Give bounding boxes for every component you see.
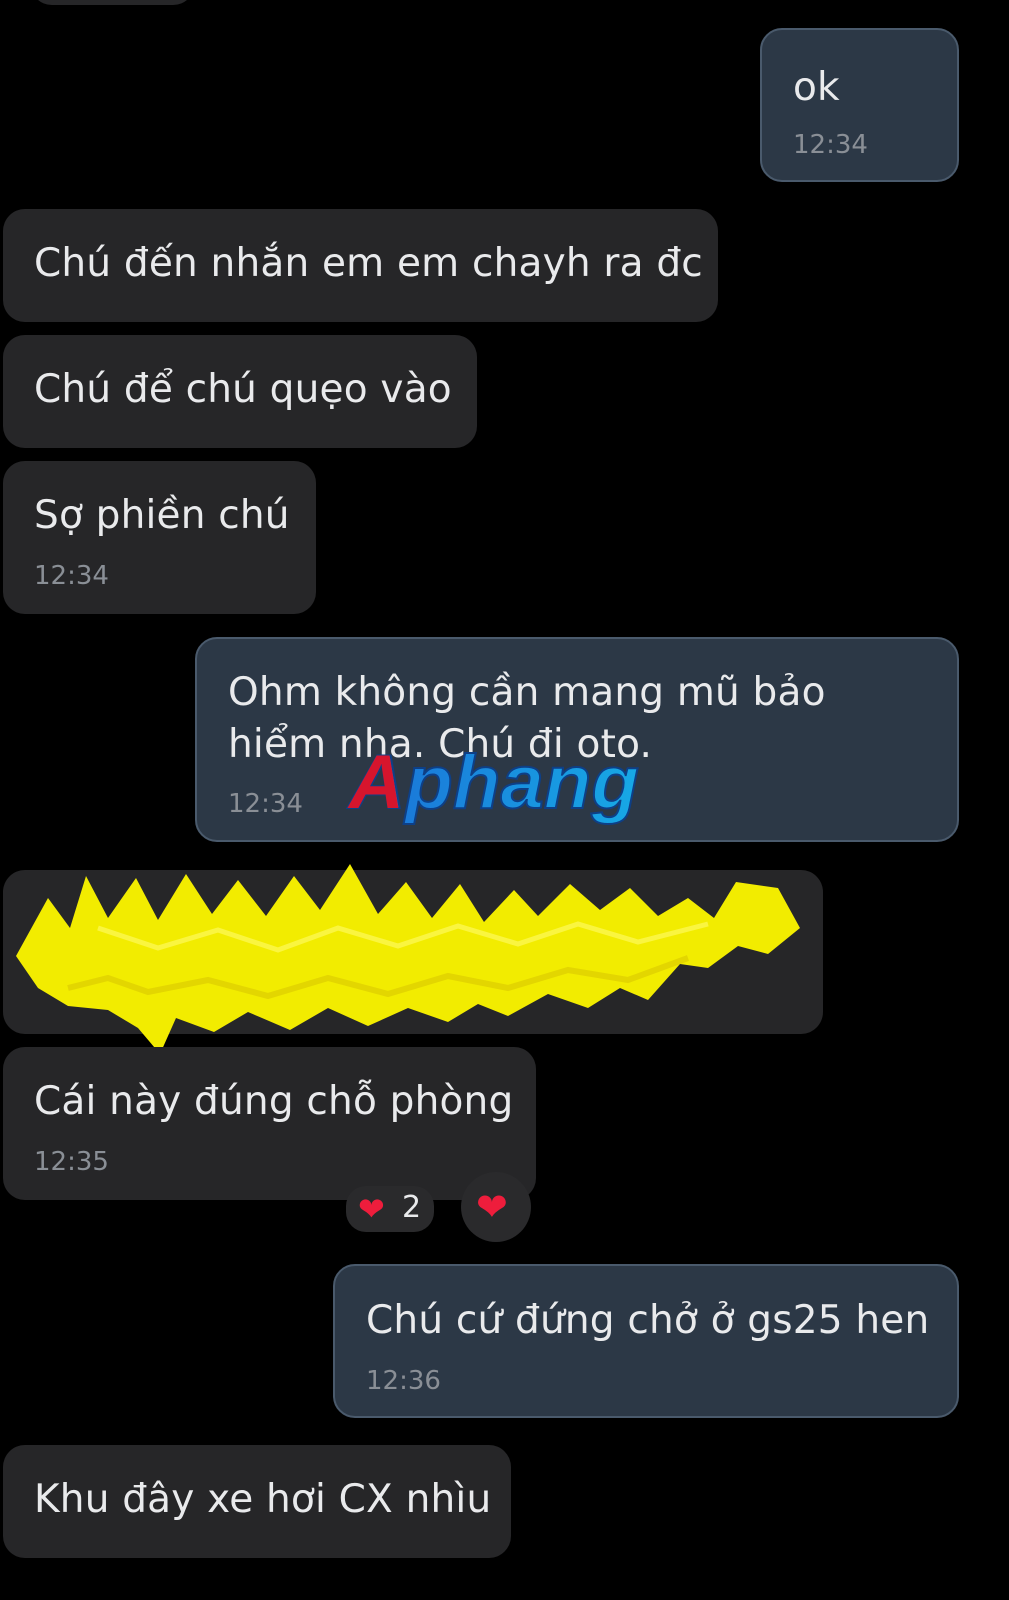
message-time: 12:34 bbox=[793, 130, 868, 160]
previous-message-bubble[interactable] bbox=[30, 0, 195, 5]
reaction-count: 2 bbox=[402, 1190, 422, 1225]
message-time: 12:34 bbox=[228, 789, 303, 819]
message-bubble-incoming[interactable]: Sợ phiền chú 12:34 bbox=[3, 461, 316, 614]
message-text: Chú đến nhắn em em chayh ra đc bbox=[34, 241, 703, 286]
watermark-logo: Aphang A bbox=[346, 742, 640, 826]
message-text: Cái này đúng chỗ phòng bbox=[34, 1079, 514, 1124]
message-text: Sợ phiền chú bbox=[34, 493, 290, 538]
message-text: ok bbox=[793, 65, 840, 110]
reaction-count-badge[interactable]: ❤ 2 bbox=[346, 1186, 434, 1232]
message-bubble-incoming[interactable]: Chú để chú quẹo vào bbox=[3, 335, 477, 448]
redaction-scribble bbox=[16, 864, 800, 1054]
message-bubble-incoming[interactable]: Chú đến nhắn em em chayh ra đc bbox=[3, 209, 718, 322]
message-text: Chú cứ đứng chở ở gs25 hen bbox=[366, 1298, 930, 1343]
message-bubble-incoming[interactable]: Cái này đúng chỗ phòng 12:35 bbox=[3, 1047, 536, 1200]
message-time: 12:36 bbox=[366, 1366, 441, 1396]
message-time: 12:35 bbox=[34, 1147, 109, 1177]
message-text: Chú để chú quẹo vào bbox=[34, 367, 452, 412]
heart-icon: ❤ bbox=[476, 1185, 508, 1229]
message-bubble-outgoing[interactable]: ok 12:34 bbox=[760, 28, 959, 182]
add-reaction-button[interactable]: ❤ bbox=[461, 1172, 531, 1242]
svg-text:A: A bbox=[347, 742, 404, 825]
message-text: Khu đây xe hơi CX nhìu bbox=[34, 1477, 492, 1522]
heart-icon: ❤ bbox=[358, 1190, 385, 1228]
message-bubble-incoming[interactable]: Khu đây xe hơi CX nhìu bbox=[3, 1445, 511, 1558]
message-bubble-outgoing[interactable]: Chú cứ đứng chở ở gs25 hen 12:36 bbox=[333, 1264, 959, 1418]
message-time: 12:34 bbox=[34, 561, 109, 591]
